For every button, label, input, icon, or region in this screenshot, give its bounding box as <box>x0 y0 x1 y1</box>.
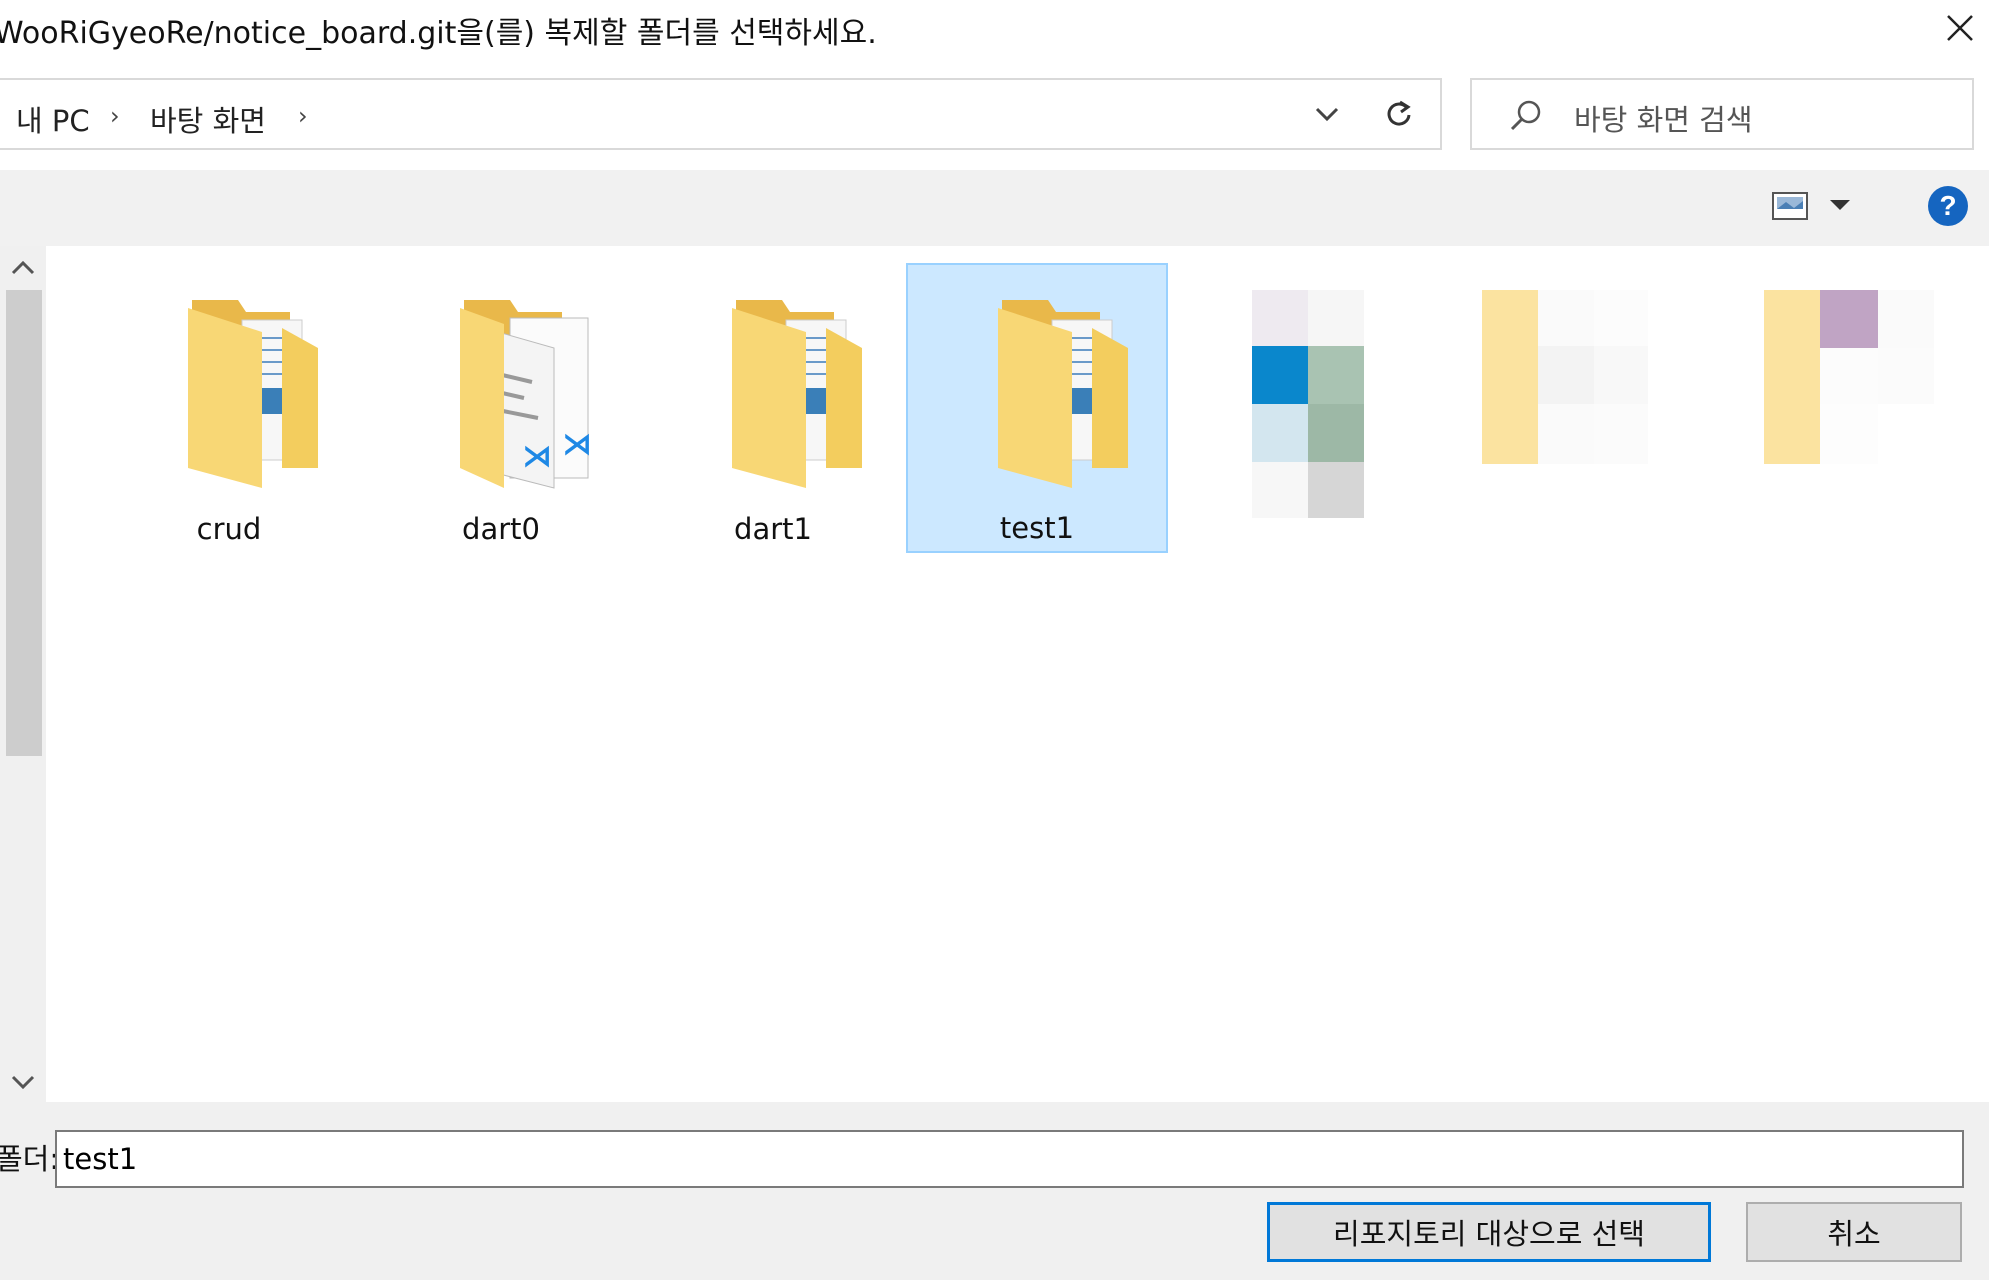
help-button[interactable]: ? <box>1926 184 1970 228</box>
scroll-down-icon[interactable] <box>10 1074 36 1090</box>
blurred-item[interactable] <box>1468 264 1730 554</box>
view-icon <box>1772 192 1808 220</box>
blurred-icon <box>1764 290 1934 464</box>
select-as-repository-button[interactable]: 리포지토리 대상으로 선택 <box>1267 1202 1711 1262</box>
caret-down-icon <box>1830 200 1850 210</box>
blurred-item[interactable] <box>1740 264 1989 554</box>
close-button[interactable] <box>1934 2 1986 54</box>
folder-item[interactable]: ⋊ ⋊ dart0 <box>370 264 632 554</box>
address-history-dropdown[interactable] <box>1296 80 1358 148</box>
file-list-pane: crud ⋊ ⋊ dart0 dart1 test1 <box>46 246 1989 1102</box>
search-box[interactable]: 바탕 화면 검색 <box>1470 78 1974 150</box>
item-label: dart1 <box>734 512 812 546</box>
view-dropdown-button[interactable] <box>1828 196 1860 222</box>
breadcrumb-desktop[interactable]: 바탕 화면 <box>150 98 266 140</box>
folder-vscode-icon: ⋊ ⋊ <box>460 300 590 489</box>
blurred-icon <box>1482 290 1648 464</box>
svg-text:⋊: ⋊ <box>562 427 590 462</box>
cancel-button[interactable]: 취소 <box>1746 1202 1962 1262</box>
svg-text:⋊: ⋊ <box>522 439 552 474</box>
address-bar[interactable]: 내 PC › 바탕 화면 › <box>0 78 1360 150</box>
dialog-title: WooRiGyeoRe/notice_board.git을(를) 복제할 폴더를… <box>0 16 877 51</box>
folder-name-input[interactable] <box>55 1130 1964 1188</box>
view-options-button[interactable] <box>1772 192 1812 224</box>
blurred-icon <box>1252 290 1364 518</box>
search-placeholder[interactable]: 바탕 화면 검색 <box>1574 97 1753 139</box>
folder-label: 폴더: <box>0 1142 60 1176</box>
folder-icon <box>998 300 1128 488</box>
breadcrumb-separator-icon[interactable]: › <box>298 102 308 130</box>
scroll-up-icon[interactable] <box>10 260 36 276</box>
svg-text:?: ? <box>1939 190 1956 221</box>
chevron-down-icon <box>1315 107 1339 122</box>
refresh-button[interactable] <box>1358 78 1442 150</box>
item-label: dart0 <box>462 512 540 546</box>
search-icon <box>1510 100 1541 131</box>
folder-icon <box>732 300 862 488</box>
breadcrumb-separator-icon[interactable]: › <box>110 102 120 130</box>
close-icon <box>1947 15 1973 41</box>
folder-item[interactable]: crud <box>98 264 360 554</box>
blurred-item[interactable] <box>1222 264 1484 554</box>
folder-icon <box>188 300 318 488</box>
breadcrumb-this-pc[interactable]: 내 PC <box>16 98 90 140</box>
folder-item-selected[interactable]: test1 <box>906 263 1168 553</box>
scroll-thumb[interactable] <box>6 290 42 756</box>
item-label: test1 <box>999 511 1075 545</box>
help-icon: ? <box>1928 186 1968 226</box>
toolbar: ? <box>0 170 1989 247</box>
vertical-scrollbar[interactable] <box>0 246 46 1102</box>
title-bar: WooRiGyeoRe/notice_board.git을(를) 복제할 폴더를… <box>0 0 1989 60</box>
folder-item[interactable]: dart1 <box>642 264 904 554</box>
refresh-icon <box>1387 100 1411 126</box>
item-label: crud <box>196 512 262 546</box>
